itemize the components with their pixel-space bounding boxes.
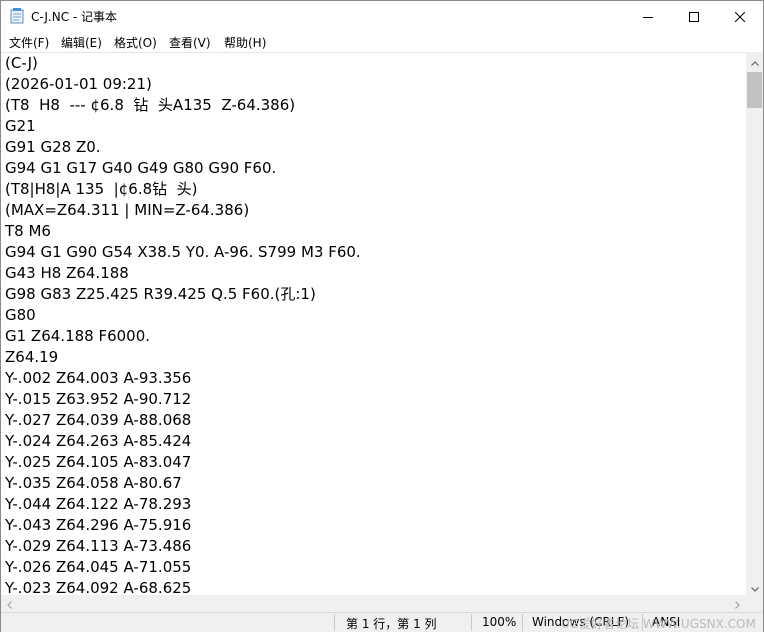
text-line: G91 G28 Z0. [5,138,101,156]
text-line: T8 M6 [5,222,51,240]
text-line: G1 Z64.188 F6000. [5,327,151,345]
text-line: Y-.015 Z63.952 A-90.712 [5,390,192,408]
chevron-right-icon [735,594,740,613]
menu-file[interactable]: 文件(F) [9,34,49,51]
menu-view[interactable]: 查看(V) [169,34,211,51]
text-editor[interactable]: (C-J) (2026-01-01 09:21) (T8 H8 --- ¢6.8… [1,52,746,595]
text-line: G94 G1 G90 G54 X38.5 Y0. A-96. S799 M3 F… [5,243,361,261]
scrollbar-corner [746,595,763,612]
text-line: (2026-01-01 09:21) [5,75,152,93]
chevron-up-icon [750,51,759,70]
text-line: (T8 H8 --- ¢6.8 钻 头A135 Z-64.386) [5,96,296,114]
scroll-up-button[interactable] [746,52,763,69]
text-line: Y-.024 Z64.263 A-85.424 [5,432,192,450]
menu-help[interactable]: 帮助(H) [224,34,266,51]
menu-bar: 文件(F) 编辑(E) 格式(O) 查看(V) 帮助(H) [1,31,763,52]
text-line: Y-.043 Z64.296 A-75.916 [5,516,192,534]
text-line: Z64.19 [5,348,59,366]
text-line: Y-.023 Z64.092 A-68.625 [5,579,192,595]
text-line: Y-.027 Z64.039 A-88.068 [5,411,192,429]
window-title: C-J.NC - 记事本 [31,10,118,24]
chevron-left-icon [7,594,12,613]
maximize-button[interactable] [671,1,717,31]
minimize-icon [643,7,653,26]
close-button[interactable] [717,1,763,31]
maximize-icon [689,7,699,26]
watermark-text: UG爱好者论坛 WWW.UGSNX.COM [561,617,756,631]
chevron-down-icon [750,577,759,596]
menu-format[interactable]: 格式(O) [114,34,157,51]
minimize-button[interactable] [625,1,671,31]
status-divider [471,614,472,631]
text-line: Y-.025 Z64.105 A-83.047 [5,453,192,471]
text-line: (MAX=Z64.311 | MIN=Z-64.386) [5,201,250,219]
scroll-right-button[interactable] [729,595,746,612]
text-line: G98 G83 Z25.425 R39.425 Q.5 F60.(孔:1) [5,285,316,303]
scroll-down-button[interactable] [746,578,763,595]
vertical-scrollbar[interactable] [746,52,763,595]
close-icon [734,7,746,26]
text-line: Y-.029 Z64.113 A-73.486 [5,537,192,555]
horizontal-scrollbar[interactable] [1,595,746,612]
text-line: G43 H8 Z64.188 [5,264,129,282]
text-line: (T8|H8|A 135 |¢6.8钻 头) [5,180,198,198]
text-line: Y-.026 Z64.045 A-71.055 [5,558,192,576]
scroll-left-button[interactable] [1,595,18,612]
text-line: (C-J) [5,54,38,72]
text-line: Y-.035 Z64.058 A-80.67 [5,474,182,492]
cursor-position: 第 1 行，第 1 列 [346,617,437,631]
text-line: G80 [5,306,36,324]
text-line: Y-.044 Z64.122 A-78.293 [5,495,192,513]
status-divider [522,614,523,631]
text-line: G21 [5,117,36,135]
text-line: Y-.002 Z64.003 A-93.356 [5,369,192,387]
title-bar[interactable]: C-J.NC - 记事本 [1,1,763,31]
status-bar: 第 1 行，第 1 列 100% Windows (CRLF) ANSI UG爱… [1,612,763,632]
status-divider [334,614,335,631]
zoom-level: 100% [482,615,517,629]
menu-edit[interactable]: 编辑(E) [61,34,102,51]
vertical-scroll-thumb[interactable] [747,72,762,108]
text-line: G94 G1 G17 G40 G49 G80 G90 F60. [5,159,277,177]
notepad-window: C-J.NC - 记事本 文件(F) 编辑(E) 格式(O) 查看(V) 帮助(… [0,0,764,632]
notepad-icon [10,8,24,24]
